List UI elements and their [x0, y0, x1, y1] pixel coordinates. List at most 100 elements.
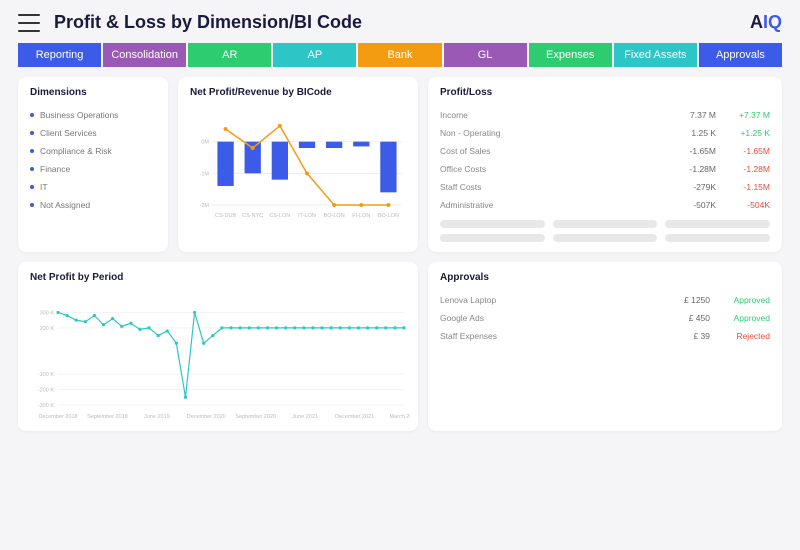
dimensions-title: Dimensions [30, 87, 156, 98]
svg-text:CS-NYC: CS-NYC [242, 213, 263, 219]
dimension-item[interactable]: Business Operations [30, 106, 156, 124]
pl-value-2: -1.15M [716, 182, 770, 192]
pl-value-2: -1.28M [716, 164, 770, 174]
bicode-chart-title: Net Profit/Revenue by BICode [190, 87, 406, 98]
svg-text:0M: 0M [201, 140, 209, 146]
svg-text:BO-LON: BO-LON [378, 213, 399, 219]
pl-value-2: -1.65M [716, 146, 770, 156]
svg-text:June 2021: June 2021 [292, 414, 318, 420]
pl-name: Administrative [440, 200, 668, 210]
period-chart: 300 K200 K-100 K-200 K-300 KDecember 201… [30, 291, 410, 421]
approvals-card: Approvals Lenova Laptop£ 1250ApprovedGoo… [428, 262, 782, 431]
dimension-label: Compliance & Risk [40, 146, 112, 156]
pl-action-3[interactable] [665, 220, 770, 228]
logo-part-a: A [750, 12, 763, 33]
approval-name: Google Ads [440, 313, 660, 323]
svg-text:300 K: 300 K [40, 310, 55, 316]
svg-text:March 2021: March 2021 [389, 414, 410, 420]
approval-status: Rejected [710, 331, 770, 341]
approval-row: Google Ads£ 450Approved [440, 309, 770, 327]
tab-ar[interactable]: AR [188, 43, 271, 67]
approval-amount: £ 450 [660, 313, 710, 323]
pl-action-5[interactable] [553, 234, 658, 242]
period-chart-title: Net Profit by Period [30, 272, 406, 283]
tab-expenses[interactable]: Expenses [529, 43, 612, 67]
page-title: Profit & Loss by Dimension/BI Code [54, 12, 362, 33]
bullet-icon [30, 149, 34, 153]
tab-bank[interactable]: Bank [358, 43, 441, 67]
svg-text:-200 K: -200 K [38, 388, 55, 394]
dimension-label: IT [40, 182, 48, 192]
dimension-label: Business Operations [40, 110, 118, 120]
pl-name: Cost of Sales [440, 146, 668, 156]
dimension-label: Not Assigned [40, 200, 90, 210]
pl-action-6[interactable] [665, 234, 770, 242]
profit-loss-row: Income7.37 M+7.37 M [440, 106, 770, 124]
approval-status: Approved [710, 313, 770, 323]
svg-text:-100 K: -100 K [38, 372, 55, 378]
svg-text:September 2019: September 2019 [87, 414, 128, 420]
svg-text:June 2019: June 2019 [144, 414, 170, 420]
svg-text:CS-DUB: CS-DUB [215, 213, 236, 219]
bicode-chart: 0M -1M -2M CS-DUB CS-NYC CS-LON IT-LON BO-LON FI… [190, 106, 406, 221]
period-chart-card: Net Profit by Period 300 K200 K-100 K-20… [18, 262, 418, 431]
tab-ap[interactable]: AP [273, 43, 356, 67]
profit-loss-row: Administrative-507K-504K [440, 196, 770, 214]
pl-value-1: -1.65M [668, 146, 716, 156]
svg-text:CS-LON: CS-LON [269, 213, 290, 219]
approval-status: Approved [710, 295, 770, 305]
approval-name: Staff Expenses [440, 331, 660, 341]
dimension-item[interactable]: Not Assigned [30, 196, 156, 214]
tab-fixed-assets[interactable]: Fixed Assets [614, 43, 697, 67]
dimension-label: Client Services [40, 128, 97, 138]
approval-amount: £ 1250 [660, 295, 710, 305]
bicode-chart-card: Net Profit/Revenue by BICode 0M -1M -2M CS-… [178, 77, 418, 252]
pl-action-1[interactable] [440, 220, 545, 228]
svg-text:-2M: -2M [200, 203, 210, 209]
svg-text:-300 K: -300 K [38, 403, 55, 409]
profit-loss-row: Office Costs-1.28M-1.28M [440, 160, 770, 178]
pl-action-4[interactable] [440, 234, 545, 242]
pl-value-1: -279K [668, 182, 716, 192]
dimension-label: Finance [40, 164, 70, 174]
nav-tabs: ReportingConsolidationARAPBankGLExpenses… [18, 43, 782, 67]
bullet-icon [30, 203, 34, 207]
tab-approvals[interactable]: Approvals [699, 43, 782, 67]
pl-value-1: 7.37 M [668, 110, 716, 120]
approval-row: Staff Expenses£ 39Rejected [440, 327, 770, 345]
pl-name: Office Costs [440, 164, 668, 174]
svg-text:IT-LON: IT-LON [298, 213, 316, 219]
dimension-item[interactable]: Client Services [30, 124, 156, 142]
approvals-title: Approvals [440, 272, 770, 283]
dimension-item[interactable]: IT [30, 178, 156, 196]
bullet-icon [30, 185, 34, 189]
approval-row: Lenova Laptop£ 1250Approved [440, 291, 770, 309]
approval-amount: £ 39 [660, 331, 710, 341]
pl-value-2: +7.37 M [716, 110, 770, 120]
tab-gl[interactable]: GL [444, 43, 527, 67]
pl-button-row-2 [440, 234, 770, 242]
logo: AIQ [750, 12, 782, 33]
tab-reporting[interactable]: Reporting [18, 43, 101, 67]
profit-loss-row: Staff Costs-279K-1.15M [440, 178, 770, 196]
profit-loss-title: Profit/Loss [440, 87, 770, 98]
profit-loss-row: Cost of Sales-1.65M-1.65M [440, 142, 770, 160]
pl-name: Income [440, 110, 668, 120]
bullet-icon [30, 131, 34, 135]
pl-action-2[interactable] [553, 220, 658, 228]
svg-text:-1M: -1M [200, 171, 210, 177]
tab-consolidation[interactable]: Consolidation [103, 43, 186, 67]
svg-text:September 2020: September 2020 [235, 414, 276, 420]
svg-text:FI-LON: FI-LON [352, 213, 370, 219]
dimension-item[interactable]: Compliance & Risk [30, 142, 156, 160]
hamburger-icon[interactable] [18, 14, 40, 32]
svg-text:BO-LON: BO-LON [324, 213, 345, 219]
pl-button-row [440, 220, 770, 228]
dimensions-card: Dimensions Business Operations Client Ser… [18, 77, 168, 252]
svg-text:December 2018: December 2018 [38, 414, 77, 420]
profit-loss-card: Profit/Loss Income7.37 M+7.37 MNon - Ope… [428, 77, 782, 252]
dimension-item[interactable]: Finance [30, 160, 156, 178]
pl-value-1: 1.25 K [668, 128, 716, 138]
svg-text:December 2020: December 2020 [187, 414, 226, 420]
pl-value-1: -507K [668, 200, 716, 210]
